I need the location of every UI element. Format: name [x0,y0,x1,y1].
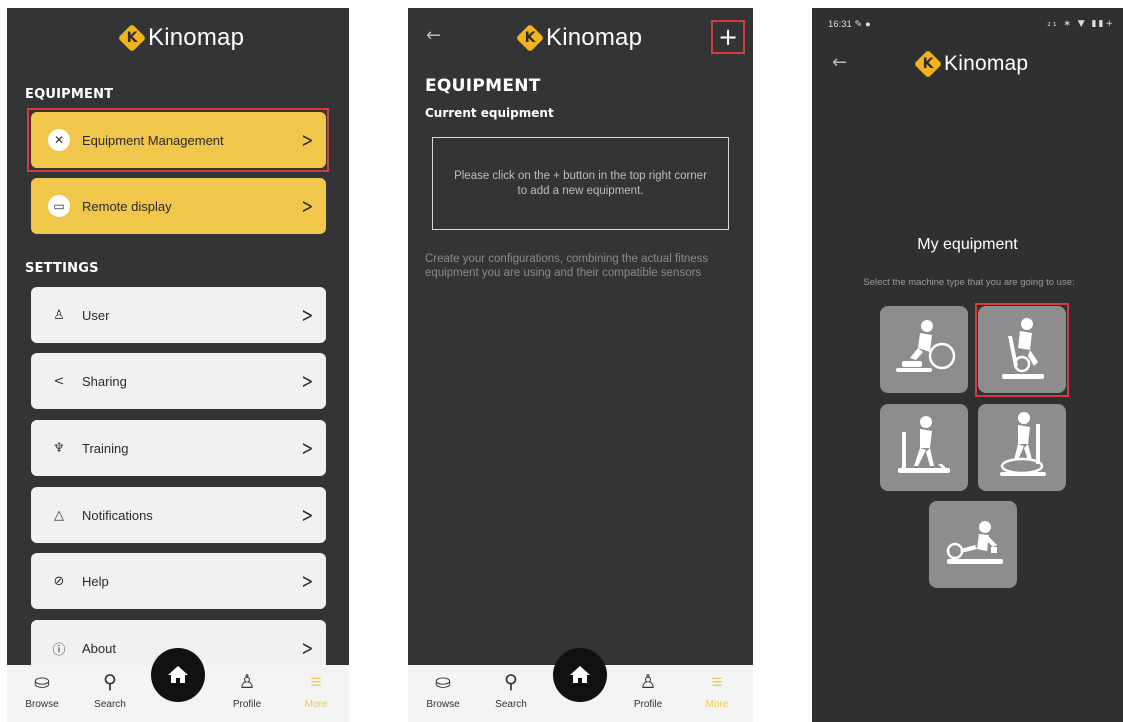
back-arrow-icon[interactable]: ← [832,52,847,73]
section-label-settings: SETTINGS [25,261,99,276]
chevron-right-icon: > [301,369,314,393]
rower-tile[interactable] [929,501,1017,588]
kinomap-logo-mark: K [117,23,147,53]
kinomap-logo: K Kinomap [515,23,643,53]
add-equipment-button[interactable]: + [711,20,745,54]
elliptical-tile[interactable] [978,404,1066,491]
kinomap-logo-text: Kinomap [546,24,643,51]
bell-icon: △ [54,507,64,523]
monitor-icon: ▭ [48,195,70,217]
search-icon: ⚲ [103,672,117,693]
page-title: EQUIPMENT [425,76,541,96]
help-button[interactable]: ⊘ Help > [31,553,326,609]
user-button[interactable]: ♙ User > [31,287,326,343]
equipment-management-button[interactable]: ✕ Equipment Management > [31,112,326,168]
status-bar: 16:31 ✎ ● ₂₁ ∗ ▼ ▮▮+ [812,8,1123,34]
empty-equipment-message: Please click on the + button in the top … [454,169,707,197]
wrench-screwdriver-icon: ✕ [48,129,70,151]
bike-trainer-icon [896,320,956,372]
sharing-button[interactable]: < Sharing > [31,353,326,409]
nav-profile[interactable]: ♙ Profile [222,671,272,710]
chevron-right-icon: > [301,636,314,660]
equipment-management-label: Equipment Management [82,132,224,148]
nav-search[interactable]: ⚲ Search [85,671,135,710]
elliptical-icon [1000,412,1046,476]
kinomap-logo-mark: K [515,23,545,53]
home-icon [570,666,590,683]
status-left-icons: ✎ ● [854,19,871,30]
machine-type-instruction: Select the machine type that you are goi… [863,277,1075,288]
help-circle-icon: ⊘ [53,573,65,589]
chevron-right-icon: > [301,436,314,460]
home-button[interactable] [553,648,607,702]
chevron-right-icon: > [301,569,314,593]
back-arrow-icon[interactable]: ← [426,25,441,46]
configuration-hint: Create your configurations, combining th… [425,253,709,279]
remote-display-button[interactable]: ▭ Remote display > [31,178,326,234]
menu-icon: ≡ [310,672,322,693]
status-time: 16:31 ✎ ● [828,19,871,30]
training-button[interactable]: ♆ Training > [31,420,326,476]
menu-icon: ≡ [711,672,723,693]
current-equipment-heading: Current equipment [425,106,554,120]
profile-icon: ♙ [238,672,256,693]
notifications-button[interactable]: △ Notifications > [31,487,326,543]
kinomap-logo: K Kinomap [117,23,245,53]
search-icon: ⚲ [504,672,518,693]
kinomap-logo: K Kinomap [913,49,1029,79]
chevron-right-icon: > [301,194,314,218]
rower-icon [946,521,1003,564]
exercise-bike-icon [1002,318,1044,379]
more-screen: K Kinomap EQUIPMENT ✕ Equipment Manageme… [7,8,349,722]
profile-icon: ♙ [639,672,657,693]
training-label: Training [82,440,129,456]
section-label-equipment: EQUIPMENT [25,87,114,102]
kinomap-logo-text: Kinomap [944,52,1029,75]
my-equipment-screen: 16:31 ✎ ● ₂₁ ∗ ▼ ▮▮+ ← K Kinomap My equi… [812,8,1123,722]
chevron-right-icon: > [301,303,314,327]
user-label: User [82,307,110,323]
nav-search[interactable]: ⚲ Search [486,671,536,710]
kinomap-logo-mark: K [913,49,943,79]
nav-browse[interactable]: ⛀ Browse [418,671,468,710]
my-equipment-title: My equipment [917,236,1018,253]
notifications-label: Notifications [82,507,153,523]
treadmill-icon [898,416,950,473]
browse-icon: ⛀ [34,672,50,693]
user-icon: ♙ [53,307,65,323]
chevron-right-icon: > [301,128,314,152]
nav-more[interactable]: ≡ More [291,671,341,710]
sharing-label: Sharing [82,373,127,389]
empty-equipment-box: Please click on the + button in the top … [432,137,729,230]
nav-browse[interactable]: ⛀ Browse [17,671,67,710]
remote-display-label: Remote display [82,198,172,214]
trophy-icon: ♆ [53,440,65,456]
home-button[interactable] [151,648,205,702]
info-icon: ⓘ [52,642,66,658]
treadmill-tile[interactable] [880,404,968,491]
nav-more[interactable]: ≡ More [692,671,742,710]
bike-trainer-tile[interactable] [880,306,968,393]
nav-profile[interactable]: ♙ Profile [623,671,673,710]
status-right-icons: ₂₁ ∗ ▼ ▮▮+ [1047,19,1115,29]
exercise-bike-tile[interactable] [978,306,1066,393]
share-icon: < [53,373,65,389]
help-label: Help [82,573,109,589]
browse-icon: ⛀ [435,672,451,693]
chevron-right-icon: > [301,503,314,527]
kinomap-logo-text: Kinomap [148,24,245,51]
equipment-screen: ← K Kinomap + EQUIPMENT Current equipmen… [408,8,753,722]
home-icon [168,666,188,683]
